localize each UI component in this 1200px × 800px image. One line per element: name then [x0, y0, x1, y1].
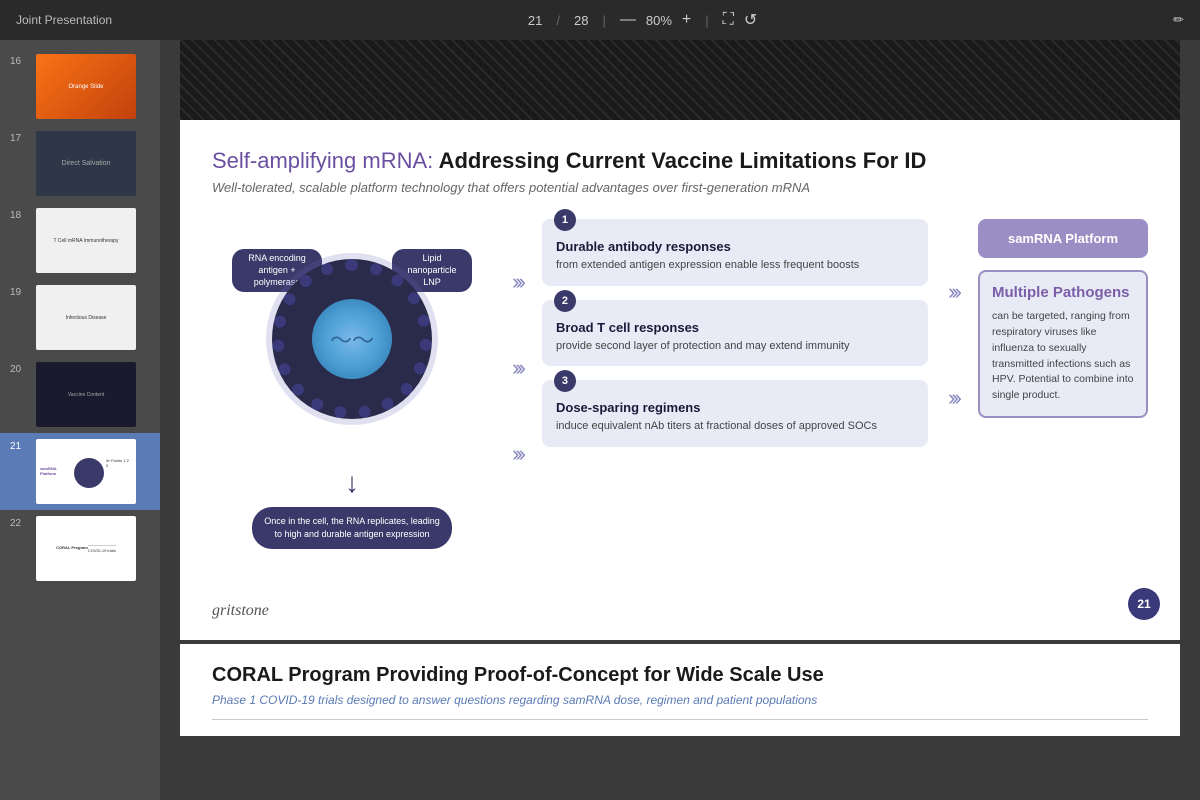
history-icon[interactable]: ↺: [744, 10, 757, 30]
fullscreen-icon[interactable]: ⛶: [723, 11, 734, 29]
slide-preview-20: Vaccine Content: [36, 362, 136, 427]
zoom-out-icon[interactable]: —: [620, 11, 636, 29]
pathogens-title: Multiple Pathogens: [992, 284, 1134, 301]
point-2-desc: provide second layer of protection and m…: [556, 339, 914, 354]
arrows-right-section: ››› ›››: [948, 269, 958, 411]
diagram-area: RNA encoding antigen + polymerase Lipid …: [212, 219, 492, 548]
slide-dark-header: [180, 40, 1180, 120]
chevron-2: ›››: [512, 355, 522, 381]
toolbar: Joint Presentation 21 / 28 | — 80% + | ⛶…: [0, 0, 1200, 40]
right-panel: samRNA Platform Multiple Pathogens can b…: [978, 219, 1148, 418]
sidebar-item-16[interactable]: 16 Orange Slide: [0, 48, 160, 125]
point-1-badge: 1: [554, 209, 576, 231]
point-2-badge: 2: [554, 290, 576, 312]
chevron-right-1: ›››: [948, 279, 958, 305]
slide-num-22: 22: [10, 516, 30, 529]
slide-num-19: 19: [10, 285, 30, 298]
cell-label: Once in the cell, the RNA replicates, le…: [252, 507, 452, 548]
slide-preview-19: Infectious Disease: [36, 285, 136, 350]
samrna-box: samRNA Platform: [978, 219, 1148, 258]
slide-num-18: 18: [10, 208, 30, 221]
circle-inner: 〜〜: [312, 299, 392, 379]
zoom-level: 80%: [646, 13, 672, 28]
inner-lines: 〜〜: [330, 323, 374, 355]
point-3-title: Dose-sparing regimens: [556, 400, 914, 415]
pathogens-box: Multiple Pathogens can be targeted, rang…: [978, 270, 1148, 418]
slide-22-divider: [212, 719, 1148, 720]
page-sep: /: [556, 13, 560, 28]
slide-num-16: 16: [10, 54, 30, 67]
slide-title: Self-amplifying mRNA: Addressing Current…: [212, 148, 1148, 174]
slide-preview-17: Direct Salvation: [36, 131, 136, 196]
slide-num-21: 21: [10, 439, 30, 452]
slide-title-purple: Self-amplifying mRNA:: [212, 148, 433, 173]
point-2-title: Broad T cell responses: [556, 320, 914, 335]
point-1: 1 Durable antibody responses from extend…: [542, 219, 928, 285]
sidebar-item-22[interactable]: 22 CORAL Program COVID-19 trials: [0, 510, 160, 587]
sidebar[interactable]: 16 Orange Slide 17 Direct Salvation 18 T…: [0, 40, 160, 800]
edit-icon[interactable]: ✏: [1173, 12, 1184, 28]
circle-outer: 〜〜: [272, 259, 432, 419]
main-layout: 16 Orange Slide 17 Direct Salvation 18 T…: [0, 40, 1200, 800]
point-1-desc: from extended antigen expression enable …: [556, 258, 914, 273]
chevron-right-2: ›››: [948, 385, 958, 411]
point-3: 3 Dose-sparing regimens induce equivalen…: [542, 380, 928, 446]
slide-num-20: 20: [10, 362, 30, 375]
points-section: 1 Durable antibody responses from extend…: [542, 219, 928, 446]
zoom-in-icon[interactable]: +: [682, 11, 691, 29]
point-3-badge: 3: [554, 370, 576, 392]
slide-22-title: CORAL Program Providing Proof-of-Concept…: [212, 664, 1148, 687]
page-current: 21: [528, 13, 542, 28]
slide-content: RNA encoding antigen + polymerase Lipid …: [212, 219, 1148, 548]
slide-22: CORAL Program Providing Proof-of-Concept…: [180, 644, 1180, 736]
point-1-title: Durable antibody responses: [556, 239, 914, 254]
sidebar-item-18[interactable]: 18 T Cell mRNA Immunotherapy: [0, 202, 160, 279]
slide-21: Self-amplifying mRNA: Addressing Current…: [180, 120, 1180, 640]
slide-22-subtitle: Phase 1 COVID-19 trials designed to answ…: [212, 693, 1148, 707]
content-area: Self-amplifying mRNA: Addressing Current…: [160, 40, 1200, 800]
nanoparticle-diagram: RNA encoding antigen + polymerase Lipid …: [232, 239, 472, 459]
slide-subtitle: Well-tolerated, scalable platform techno…: [212, 180, 1148, 195]
slide-title-bold: Addressing Current Vaccine Limitations F…: [433, 148, 926, 173]
point-2: 2 Broad T cell responses provide second …: [542, 300, 928, 366]
point-3-desc: induce equivalent nAb titers at fraction…: [556, 419, 914, 434]
chevron-3: ›››: [512, 441, 522, 467]
sidebar-item-21[interactable]: 21 samRNA Platform ≫ Points 1 2 3: [0, 433, 160, 510]
page-total: 28: [574, 13, 588, 28]
sidebar-item-20[interactable]: 20 Vaccine Content: [0, 356, 160, 433]
slide-preview-21: samRNA Platform ≫ Points 1 2 3: [36, 439, 136, 504]
slide-preview-18: T Cell mRNA Immunotherapy: [36, 208, 136, 273]
presentation-title: Joint Presentation: [16, 13, 112, 27]
arrows-section: ››› ››› ›››: [512, 259, 522, 467]
chevron-1: ›››: [512, 269, 522, 295]
slide-preview-22: CORAL Program COVID-19 trials: [36, 516, 136, 581]
arrow-down: ↓: [345, 467, 359, 499]
slide-preview-16: Orange Slide: [36, 54, 136, 119]
sidebar-item-19[interactable]: 19 Infectious Disease: [0, 279, 160, 356]
pathogens-desc: can be targeted, ranging from respirator…: [992, 309, 1134, 404]
slide-badge: 21: [1128, 588, 1160, 620]
slide-num-17: 17: [10, 131, 30, 144]
sidebar-item-17[interactable]: 17 Direct Salvation: [0, 125, 160, 202]
slide-logo: gritstone: [212, 602, 269, 620]
toolbar-center: 21 / 28 | — 80% + | ⛶ ↺: [528, 10, 757, 30]
